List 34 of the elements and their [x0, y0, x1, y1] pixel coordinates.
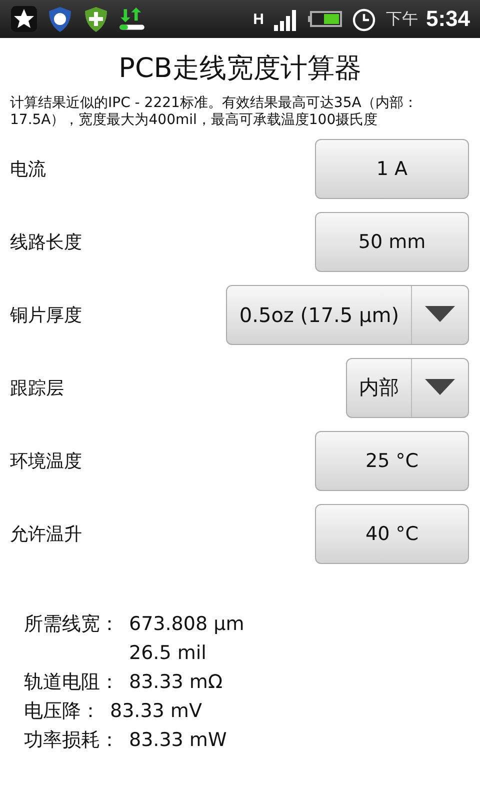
result-label: 功率损耗：: [24, 728, 119, 753]
field-label: 电流: [10, 158, 46, 180]
dropdown[interactable]: 0.5oz (17.5 µm): [226, 284, 469, 344]
value-button[interactable]: 1 A: [315, 138, 469, 198]
value-button[interactable]: 25 °C: [315, 430, 469, 490]
page-title: PCB走线宽度计算器: [118, 52, 362, 86]
dropdown-value: 内部: [358, 374, 400, 401]
clock-time: 5:34: [426, 6, 470, 32]
dropdown[interactable]: 内部: [346, 358, 469, 418]
result-label: 轨道电阻：: [24, 670, 119, 695]
result-value: 83.33 mW: [129, 728, 227, 753]
star-app-icon[interactable]: [10, 5, 38, 33]
result-value: 26.5 mil: [129, 641, 208, 666]
value-button[interactable]: 50 mm: [315, 212, 469, 272]
shield-plus-icon[interactable]: [82, 5, 110, 33]
result-label: 电压降：: [24, 699, 100, 724]
network-type-label: H: [253, 10, 264, 28]
dropdown-value: 0.5oz (17.5 µm): [238, 302, 400, 328]
field-label: 环境温度: [10, 450, 82, 472]
shield-icon[interactable]: [46, 5, 74, 33]
field-label: 铜片厚度: [10, 304, 82, 326]
ampm-label: 下午: [386, 8, 418, 30]
field-label: 允许温升: [10, 522, 82, 546]
field-label: 跟踪层: [10, 376, 64, 400]
result-value: 83.33 mΩ: [129, 670, 222, 695]
battery-icon: [308, 9, 342, 29]
caret-icon: [425, 306, 455, 324]
description-text: 计算结果近似的IPC - 2221标准。有效结果最高可达35A（内部：17.5A），宽度最大为400mil，最高可承载温度100摄氏度: [9, 94, 418, 129]
caret-icon: [425, 378, 455, 396]
result-value: 83.33 mV: [110, 699, 202, 724]
value-button[interactable]: 40 °C: [315, 504, 469, 564]
result-value: 673.808 µm: [129, 612, 244, 637]
field-label: 线路长度: [10, 230, 82, 254]
result-label: 所需线宽：: [24, 612, 119, 637]
